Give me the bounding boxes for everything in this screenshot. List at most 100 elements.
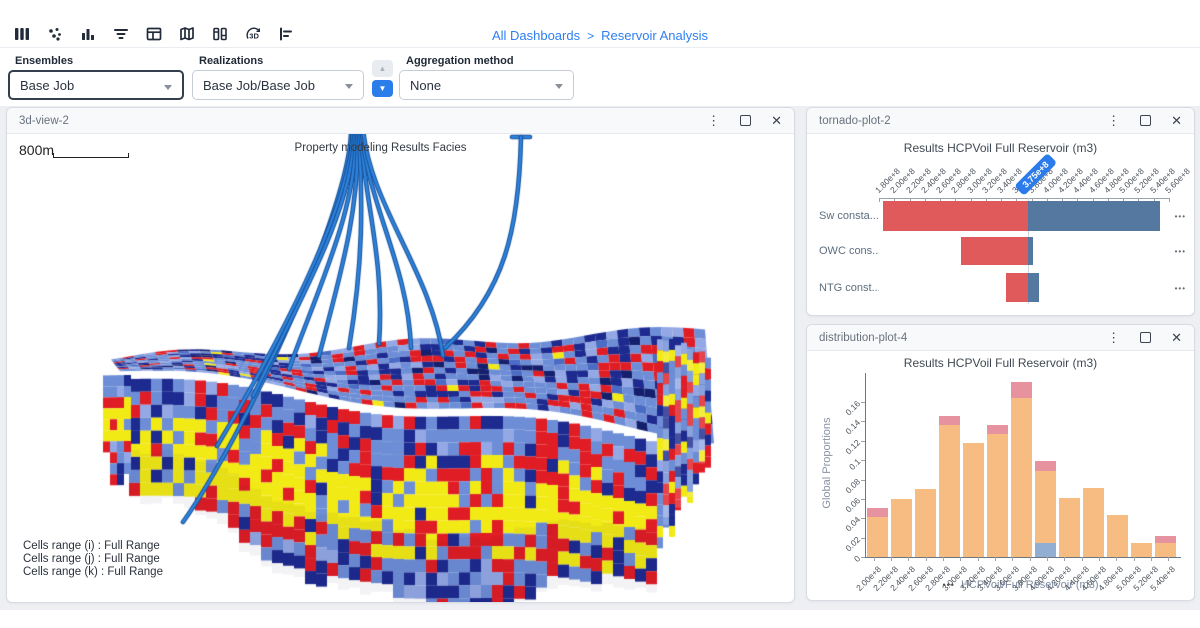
- cells-range-i: Cells range (i) : Full Range: [23, 540, 163, 553]
- tornado-chart: Results HCPVoil Full Reservoir (m3) 1.80…: [807, 134, 1194, 316]
- axis-tick: [926, 557, 927, 561]
- realizations-select[interactable]: Base Job/Base Job: [192, 70, 364, 100]
- histogram-bar-segment[interactable]: [891, 499, 912, 557]
- ensembles-value: Base Job: [20, 78, 74, 93]
- histogram-bar-segment[interactable]: [1083, 488, 1104, 557]
- axis-tick: [1064, 557, 1065, 561]
- histogram-bar-segment[interactable]: [939, 416, 960, 426]
- histogram-bar-segment[interactable]: [915, 489, 936, 557]
- axis-tick: [1099, 557, 1100, 561]
- kebab-menu-icon[interactable]: ⋮: [1107, 331, 1120, 344]
- close-icon[interactable]: ✕: [1171, 331, 1182, 344]
- axis-tick: [879, 198, 880, 202]
- step-down-button[interactable]: ▼: [372, 80, 393, 97]
- settings-row: Ensembles Base Job Realizations Base Job…: [0, 49, 1200, 106]
- row-menu-dots[interactable]: •••: [1175, 212, 1186, 221]
- maximize-icon[interactable]: [740, 115, 751, 126]
- tornado-row-label: OWC cons...: [819, 245, 879, 257]
- tornado-bar-high[interactable]: [1028, 201, 1160, 231]
- histogram-bar-segment[interactable]: [1059, 498, 1080, 557]
- axis-tick: [1047, 557, 1048, 561]
- breadcrumb-reservoir-analysis[interactable]: Reservoir Analysis: [601, 28, 708, 43]
- tornado-chart-title: Results HCPVoil Full Reservoir (m3): [807, 141, 1194, 155]
- histogram-bar-segment[interactable]: [987, 434, 1008, 557]
- tornado-x-axis: [879, 198, 1169, 199]
- histogram-bar-segment[interactable]: [1155, 536, 1176, 544]
- tornado-bar-low[interactable]: [961, 237, 1027, 265]
- axis-tick: [861, 460, 865, 461]
- tornado-row-label: NTG const...: [819, 282, 879, 294]
- histogram-bar-segment[interactable]: [987, 425, 1008, 434]
- histogram-bar-segment[interactable]: [867, 517, 888, 557]
- axis-tick: [1168, 557, 1169, 561]
- histogram-bar-segment[interactable]: [1155, 543, 1176, 557]
- breadcrumb-separator: >: [587, 29, 594, 43]
- histogram-bar-segment[interactable]: [1035, 471, 1056, 544]
- axis-tick: [1151, 557, 1152, 561]
- axis-tick: [1134, 557, 1135, 561]
- realizations-value: Base Job/Base Job: [203, 78, 315, 93]
- ensembles-field: Ensembles Base Job: [8, 55, 184, 100]
- distribution-chart-title: Results HCPVoil Full Reservoir (m3): [807, 356, 1194, 370]
- histogram-bar-segment[interactable]: [867, 508, 888, 518]
- breadcrumb-all-dashboards[interactable]: All Dashboards: [492, 28, 580, 43]
- histogram-bar-segment[interactable]: [939, 425, 960, 557]
- axis-tick: [1012, 557, 1013, 561]
- y-tick-label: 0.02: [844, 534, 863, 553]
- tornado-bar-high[interactable]: [1028, 273, 1039, 302]
- tornado-bar-low[interactable]: [883, 201, 1028, 231]
- panel-3d-view: 3d-view-2 ⋮ ✕ 800m Property modeling Res…: [6, 107, 795, 603]
- y-tick-label: 0.04: [844, 515, 863, 534]
- tornado-bar-high[interactable]: [1028, 237, 1033, 265]
- histogram-bar-segment[interactable]: [1131, 543, 1152, 557]
- histogram-bar-segment[interactable]: [1011, 382, 1032, 398]
- aggregation-select[interactable]: None: [399, 70, 574, 100]
- distribution-chart: Results HCPVoil Full Reservoir (m3) Glob…: [807, 351, 1194, 600]
- aggregation-value: None: [410, 78, 441, 93]
- row-menu-dots[interactable]: •••: [1175, 247, 1186, 256]
- breadcrumb: All Dashboards > Reservoir Analysis: [0, 28, 1200, 43]
- axis-tick: [861, 421, 865, 422]
- axis-tick: [1030, 557, 1031, 561]
- axis-tick: [978, 557, 979, 561]
- step-up-button[interactable]: ▲: [372, 60, 393, 77]
- histogram-bar-segment[interactable]: [1035, 461, 1056, 471]
- axis-tick: [960, 557, 961, 561]
- axis-tick: [995, 557, 996, 561]
- y-tick-label: 0.06: [844, 495, 863, 514]
- kebab-menu-icon[interactable]: ⋮: [707, 114, 720, 127]
- panel-distribution-plot: distribution-plot-4 ⋮ ✕ Results HCPVoil …: [806, 324, 1195, 601]
- tornado-row-label: Sw consta...: [819, 210, 879, 222]
- ensembles-select[interactable]: Base Job: [8, 70, 184, 100]
- panel-tornado-plot: tornado-plot-2 ⋮ ✕ Results HCPVoil Full …: [806, 107, 1195, 316]
- chevron-down-icon: [555, 84, 563, 89]
- y-tick-label: 0.08: [844, 476, 863, 495]
- axis-tick: [1169, 198, 1170, 202]
- histogram-bar-segment[interactable]: [1035, 543, 1056, 557]
- ensembles-label: Ensembles: [15, 55, 184, 67]
- panel-3d-view-header: 3d-view-2 ⋮ ✕: [7, 108, 794, 134]
- cells-range-readout: Cells range (i) : Full Range Cells range…: [23, 540, 163, 579]
- close-icon[interactable]: ✕: [1171, 114, 1182, 127]
- histogram-bar-segment[interactable]: [1107, 515, 1128, 557]
- axis-tick: [861, 518, 865, 519]
- panel-title: distribution-plot-4: [819, 332, 907, 344]
- tornado-bar-low[interactable]: [1006, 273, 1027, 302]
- y-tick-label: 0.14: [844, 418, 863, 437]
- histogram-bar-segment[interactable]: [963, 443, 984, 557]
- maximize-icon[interactable]: [1140, 115, 1151, 126]
- maximize-icon[interactable]: [1140, 332, 1151, 343]
- axis-tick: [861, 538, 865, 539]
- axis-tick: [861, 499, 865, 500]
- histogram-bar-segment[interactable]: [1011, 398, 1032, 557]
- axis-tick: [908, 557, 909, 561]
- aggregation-field: Aggregation method None: [399, 55, 574, 100]
- 3d-scene-canvas[interactable]: [7, 134, 794, 603]
- top-bar: 3D All Dashboards>Reservoir Analysis: [0, 0, 1200, 48]
- aggregation-label: Aggregation method: [406, 55, 574, 67]
- row-menu-dots[interactable]: •••: [1175, 284, 1186, 293]
- axis-tick: [861, 480, 865, 481]
- dashboard-content: 3d-view-2 ⋮ ✕ 800m Property modeling Res…: [0, 106, 1200, 610]
- close-icon[interactable]: ✕: [771, 114, 782, 127]
- kebab-menu-icon[interactable]: ⋮: [1107, 114, 1120, 127]
